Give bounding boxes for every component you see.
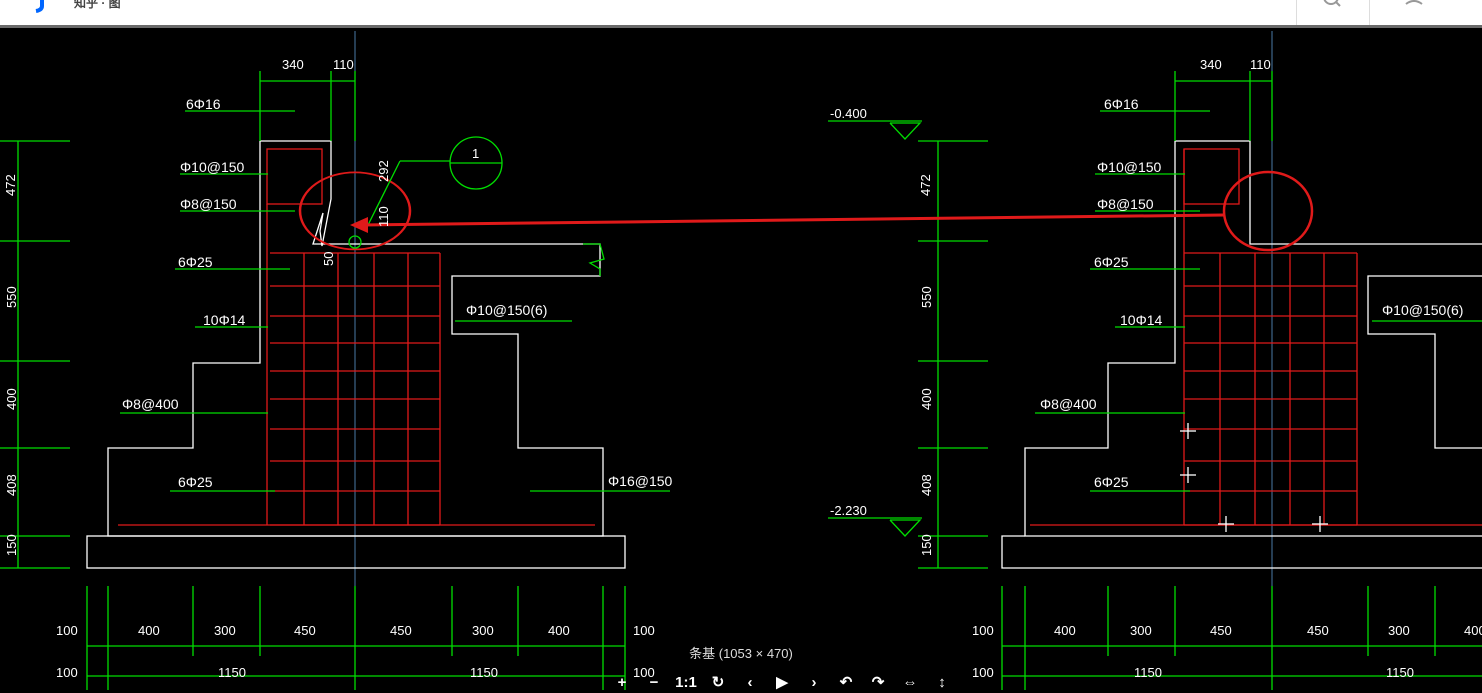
rotate-right-icon[interactable]: ↷ bbox=[866, 673, 890, 693]
right-rebar-label-6: Φ8@400 bbox=[1040, 396, 1097, 412]
left-side-dim-1: 472 bbox=[3, 174, 18, 196]
right-top-dim-1: 340 bbox=[1200, 57, 1222, 72]
zhihu-logo-icon[interactable] bbox=[30, 0, 50, 14]
site-name: 知乎 · 图 bbox=[74, 0, 121, 10]
left-bottom-dim-7: 400 bbox=[548, 623, 570, 638]
viewer-toolbar: + − 1:1 ↻ ‹ ▶ › ↶ ↷ ⇔ ↕ bbox=[610, 673, 954, 693]
right-bottom-total-2: 1150 bbox=[1134, 665, 1162, 680]
right-bottom-dim-6: 300 bbox=[1388, 623, 1410, 638]
right-bottom-dim-3: 300 bbox=[1130, 623, 1152, 638]
right-bottom-dim-1: 100 bbox=[972, 623, 994, 638]
left-rebar-label-9: Φ16@150 bbox=[608, 473, 673, 489]
search-button[interactable] bbox=[1296, 0, 1369, 25]
right-bottom-dim-2: 400 bbox=[1054, 623, 1076, 638]
play-button[interactable]: ▶ bbox=[770, 673, 794, 693]
user-menu-button[interactable] bbox=[1369, 0, 1482, 25]
left-side-dim-3: 400 bbox=[4, 388, 19, 410]
left-side-dim-5: 150 bbox=[4, 534, 19, 556]
left-small-dim-3: 50 bbox=[321, 252, 336, 266]
left-bottom-dim-8: 100 bbox=[633, 623, 655, 638]
right-rebar-label-2: Φ10@150 bbox=[1097, 159, 1162, 175]
search-icon bbox=[1323, 0, 1341, 7]
left-bottom-dim-4: 450 bbox=[294, 623, 316, 638]
right-side-dim-4: 408 bbox=[919, 474, 934, 496]
right-bottom-dim-5: 450 bbox=[1307, 623, 1329, 638]
actual-size-button[interactable]: 1:1 bbox=[674, 673, 698, 693]
flip-horizontal-icon[interactable]: ⇔ bbox=[898, 673, 922, 693]
right-side-dim-5: 150 bbox=[919, 534, 934, 556]
left-bottom-dim-5: 450 bbox=[390, 623, 412, 638]
left-bottom-dim-3: 300 bbox=[214, 623, 236, 638]
zoom-in-button[interactable]: + bbox=[610, 673, 634, 693]
left-bottom-total-1: 100 bbox=[56, 665, 78, 680]
right-level-top: -0.400 bbox=[830, 106, 867, 121]
right-bottom-total-1: 100 bbox=[972, 665, 994, 680]
left-rebar-label-3: Φ8@150 bbox=[180, 196, 237, 212]
right-rebar-label-4: 6Φ25 bbox=[1094, 254, 1129, 270]
left-rebar-label-6: Φ8@400 bbox=[122, 396, 179, 412]
right-rebar-label-8: Φ10@150(6) bbox=[1382, 302, 1463, 318]
left-rebar-label-4: 6Φ25 bbox=[178, 254, 213, 270]
left-bottom-dim-1: 100 bbox=[56, 623, 78, 638]
left-top-dim-1: 340 bbox=[282, 57, 304, 72]
left-rebar-label-8: Φ10@150(6) bbox=[466, 302, 547, 318]
image-caption: 条基 (1053 × 470) bbox=[689, 646, 793, 661]
left-rebar-label-7: 6Φ25 bbox=[178, 474, 213, 490]
left-small-dim-1: 292 bbox=[376, 160, 391, 182]
image-viewer[interactable]: 340 110 6Φ16 Φ10@150 Φ8@150 6Φ25 10Φ14 Φ… bbox=[0, 31, 1482, 693]
left-bottom-total-2: 1150 bbox=[218, 665, 246, 680]
left-side-dim-4: 408 bbox=[4, 474, 19, 496]
right-bottom-total-3: 1150 bbox=[1386, 665, 1414, 680]
user-icon bbox=[1405, 0, 1423, 5]
right-side-dim-2: 550 bbox=[919, 286, 934, 308]
right-level-bottom: -2.230 bbox=[830, 503, 867, 518]
cad-drawing: 340 110 6Φ16 Φ10@150 Φ8@150 6Φ25 10Φ14 Φ… bbox=[0, 31, 1482, 690]
left-rebar-label-1: 6Φ16 bbox=[186, 96, 221, 112]
right-rebar-label-7: 6Φ25 bbox=[1094, 474, 1129, 490]
right-side-dim-1: 472 bbox=[918, 174, 933, 196]
right-side-dim-3: 400 bbox=[919, 388, 934, 410]
next-image-button[interactable]: › bbox=[802, 673, 826, 693]
top-bar: 知乎 · 图 bbox=[0, 0, 1482, 28]
right-rebar-label-3: Φ8@150 bbox=[1097, 196, 1154, 212]
right-bottom-dim-4: 450 bbox=[1210, 623, 1232, 638]
right-rebar-label-5: 10Φ14 bbox=[1120, 312, 1163, 328]
zoom-out-button[interactable]: − bbox=[642, 673, 666, 693]
left-bottom-total-3: 1150 bbox=[470, 665, 498, 680]
right-bottom-dim-7: 400 bbox=[1464, 623, 1482, 638]
left-bottom-dim-2: 400 bbox=[138, 623, 160, 638]
left-rebar-label-2: Φ10@150 bbox=[180, 159, 245, 175]
left-small-dim-2: 110 bbox=[376, 206, 391, 227]
left-top-dim-2: 110 bbox=[333, 57, 354, 72]
right-rebar-label-1: 6Φ16 bbox=[1104, 96, 1139, 112]
flip-vertical-icon[interactable]: ↕ bbox=[930, 673, 954, 693]
left-bottom-dim-6: 300 bbox=[472, 623, 494, 638]
left-side-dim-2: 550 bbox=[4, 286, 19, 308]
left-section-mark: 1 bbox=[472, 146, 479, 161]
rotate-left-icon[interactable]: ↶ bbox=[834, 673, 858, 693]
refresh-icon[interactable]: ↻ bbox=[706, 673, 730, 693]
right-top-dim-2: 110 bbox=[1250, 57, 1271, 72]
left-rebar-label-5: 10Φ14 bbox=[203, 312, 246, 328]
prev-image-button[interactable]: ‹ bbox=[738, 673, 762, 693]
